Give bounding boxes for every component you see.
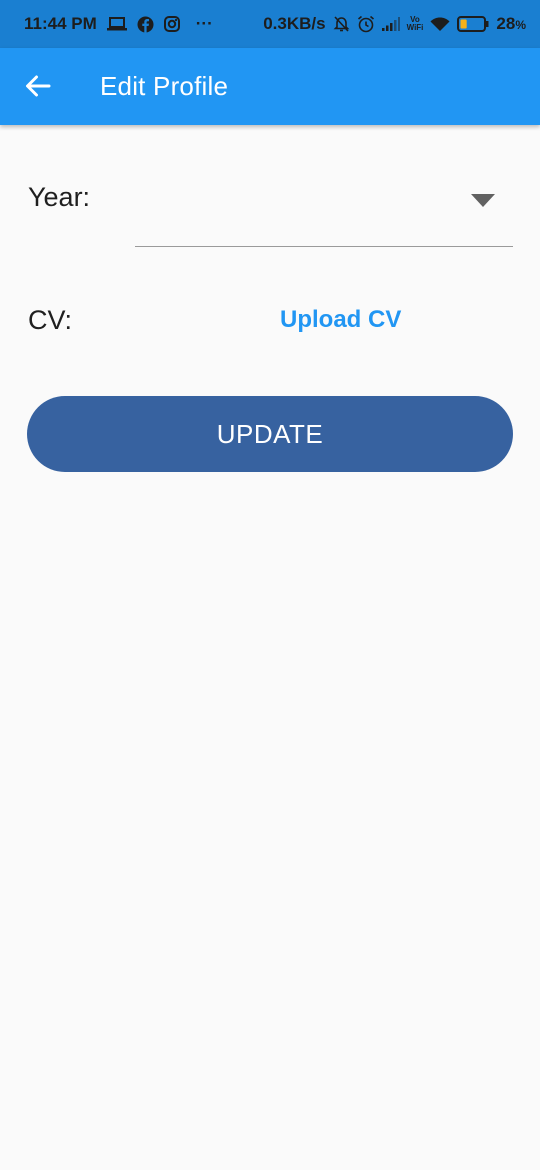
arrow-left-icon — [25, 75, 51, 97]
laptop-icon — [106, 16, 127, 32]
status-time: 11:44 PM — [24, 14, 97, 33]
back-button[interactable] — [14, 62, 62, 110]
instagram-icon — [163, 16, 180, 32]
vowifi-icon: Vo WiFi — [407, 16, 424, 32]
cv-label: CV: — [28, 305, 73, 335]
vowifi-bottom-label: WiFi — [406, 23, 424, 32]
page-title: Edit Profile — [100, 71, 229, 101]
facebook-icon — [137, 16, 154, 33]
update-button[interactable]: UPDATE — [27, 396, 513, 472]
more-notifications-icon: ··· — [195, 14, 213, 33]
year-label: Year: — [28, 182, 91, 212]
upload-cv-button[interactable]: Upload CV — [280, 306, 401, 334]
app-bar: Edit Profile — [0, 48, 540, 125]
year-dropdown[interactable] — [135, 165, 513, 247]
alarm-icon — [357, 15, 375, 33]
battery-percent-unit: % — [515, 18, 526, 32]
network-speed: 0.3KB/s — [263, 14, 326, 33]
battery-percent: 28% — [496, 14, 526, 34]
battery-percent-value: 28 — [496, 14, 516, 33]
mute-bell-icon — [333, 15, 350, 33]
wifi-icon — [430, 17, 450, 32]
battery-icon — [457, 16, 489, 32]
dropdown-arrow-icon — [471, 194, 495, 207]
status-bar: 11:44 PM ··· 0.3KB/s Vo WiFi 28% — [0, 0, 540, 48]
signal-icon — [381, 17, 400, 31]
